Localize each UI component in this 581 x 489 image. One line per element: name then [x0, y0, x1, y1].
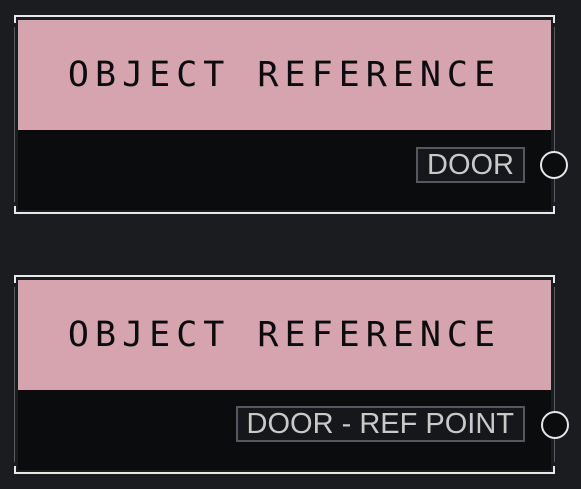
node-title: OBJECT REFERENCE [67, 55, 502, 95]
output-label-chip: DOOR [416, 147, 525, 183]
node-frame-left-edge [14, 27, 15, 202]
object-reference-node-door[interactable]: OBJECT REFERENCE DOOR [14, 15, 555, 214]
circle-port-icon[interactable] [541, 411, 569, 439]
node-frame-left-edge [14, 287, 15, 462]
node-header[interactable]: OBJECT REFERENCE [18, 280, 551, 390]
node-body: DOOR [18, 130, 551, 210]
circle-port-icon[interactable] [540, 151, 568, 179]
node-body: DOOR - REF POINT [18, 390, 551, 470]
output-label-chip: DOOR - REF POINT [235, 406, 525, 442]
node-header[interactable]: OBJECT REFERENCE [18, 20, 551, 130]
object-reference-node-door-ref-point[interactable]: OBJECT REFERENCE DOOR - REF POINT [14, 275, 555, 474]
node-title: OBJECT REFERENCE [67, 315, 502, 355]
